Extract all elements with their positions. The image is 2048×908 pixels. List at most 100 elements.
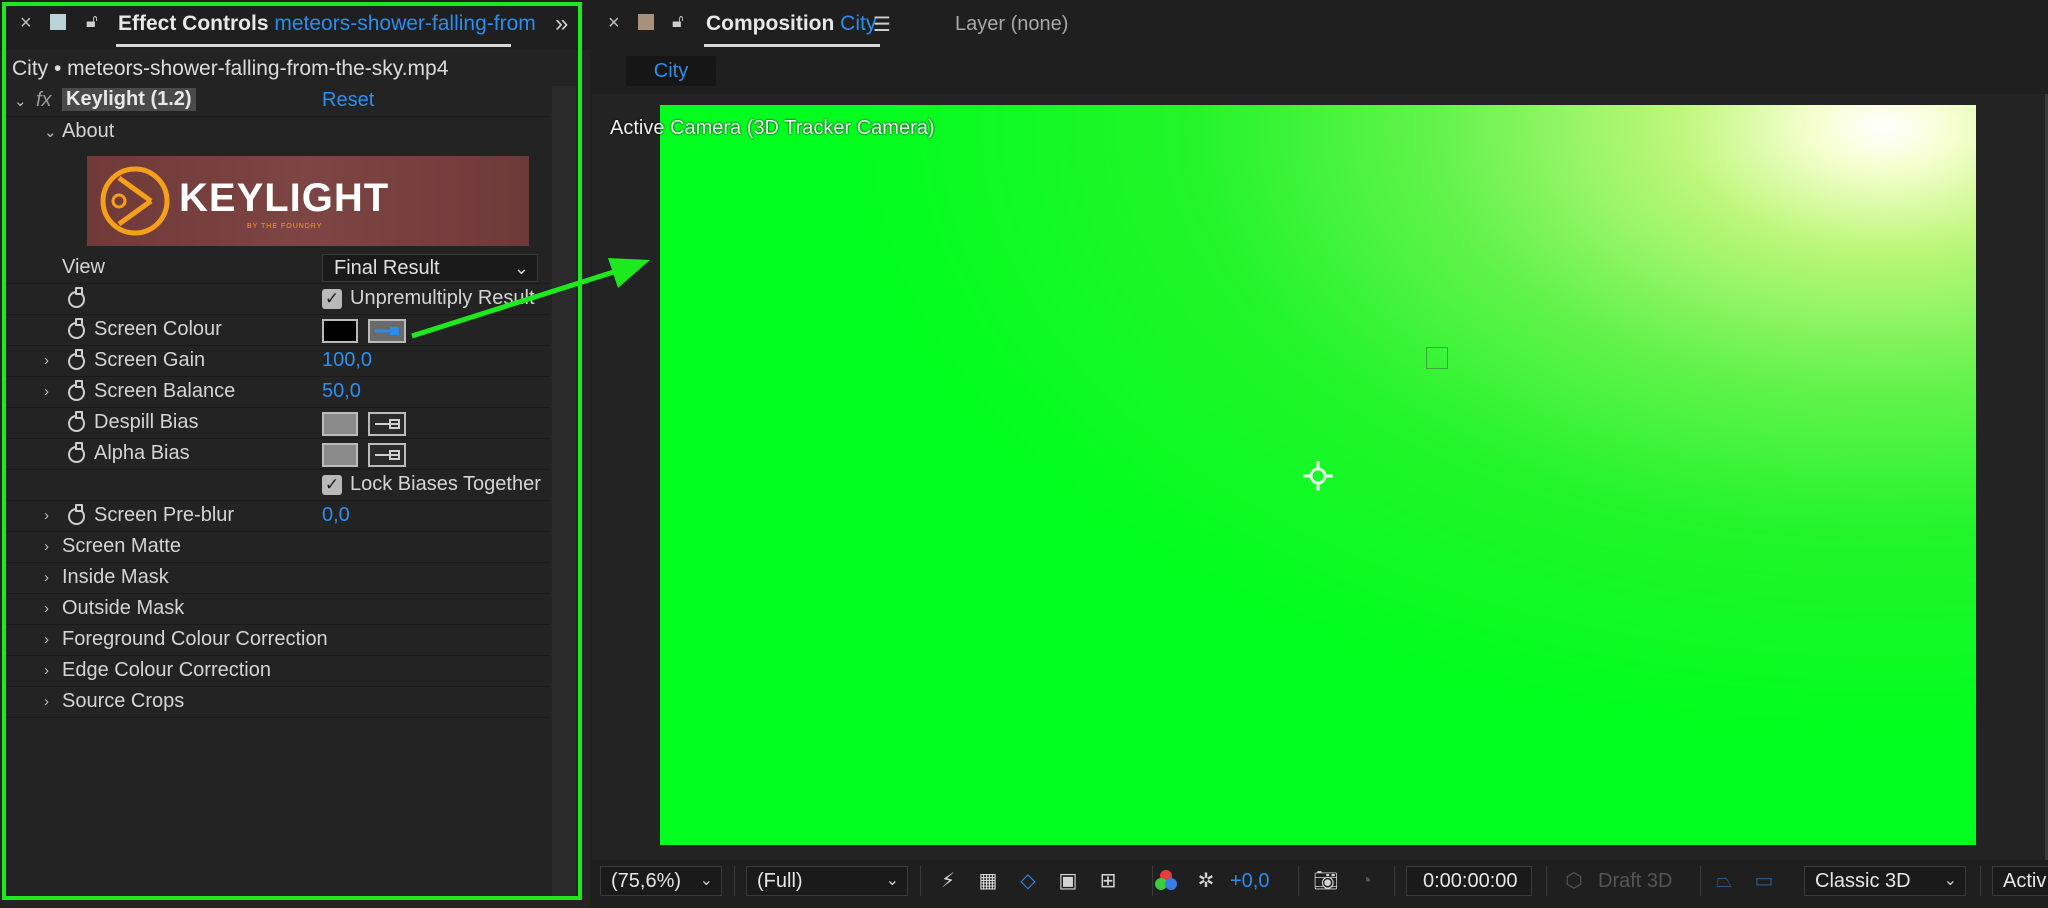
anchor-square-icon[interactable] <box>1426 347 1448 369</box>
active-camera-label: Active Camera (3D Tracker Camera) <box>610 117 935 139</box>
group-row-screen-matte[interactable]: › Screen Matte <box>6 532 550 563</box>
screen-colour-eyedropper-icon[interactable] <box>368 319 406 343</box>
composition-tab[interactable]: Composition City <box>706 12 876 36</box>
view-dropdown-value: Final Result <box>334 257 440 279</box>
chevron-right-icon[interactable]: › <box>44 693 58 710</box>
chevron-down-icon[interactable]: ⌄ <box>14 92 28 110</box>
group-label: Outside Mask <box>62 597 185 619</box>
panel-overflow-icon[interactable]: » <box>555 10 568 38</box>
screen-gain-value[interactable]: 100,0 <box>322 349 372 372</box>
effect-name[interactable]: Keylight (1.2) <box>62 88 196 111</box>
chevron-down-icon: ⌄ <box>513 258 529 278</box>
composition-subtab[interactable]: City <box>626 56 716 86</box>
effect-controls-tab[interactable]: Effect Controls meteors-shower-falling-f… <box>118 12 536 36</box>
view-dropdown[interactable]: Final Result ⌄ <box>322 254 538 282</box>
extended-viewer-icon[interactable]: ▭ <box>1750 868 1778 894</box>
close-icon[interactable]: × <box>20 12 32 35</box>
group-row-foreground-colour-correction[interactable]: › Foreground Colour Correction <box>6 625 550 656</box>
group-row-source-crops[interactable]: › Source Crops <box>6 687 550 718</box>
toolbar-divider <box>920 866 921 896</box>
resolution-dropdown[interactable]: (Full) ⌄ <box>746 866 908 896</box>
view-label: View <box>62 256 105 278</box>
magnification-value: (75,6%) <box>611 870 682 892</box>
stopwatch-icon[interactable] <box>68 349 85 370</box>
screen-balance-value[interactable]: 50,0 <box>322 380 361 403</box>
hamburger-menu-icon[interactable]: ☰ <box>873 12 891 37</box>
chevron-right-icon[interactable]: › <box>44 569 58 586</box>
group-label: Screen Matte <box>62 535 181 557</box>
param-row-screen-balance: › Screen Balance 50,0 <box>6 377 550 408</box>
chevron-right-icon[interactable]: › <box>44 383 58 400</box>
layer-tab[interactable]: Layer (none) <box>955 13 1068 36</box>
chevron-down-icon: ⌄ <box>699 872 713 889</box>
draft-3d-icon[interactable]: ⬡ <box>1560 868 1588 894</box>
crosshair-icon[interactable] <box>1303 461 1333 491</box>
reset-button[interactable]: Reset <box>322 89 374 112</box>
transparency-grid-icon[interactable]: ▦ <box>974 868 1002 894</box>
stopwatch-icon[interactable] <box>68 442 85 463</box>
lock-icon[interactable]: 🔓︎ <box>672 11 684 32</box>
chevron-down-icon[interactable]: ⌄ <box>44 123 58 141</box>
chevron-right-icon[interactable]: › <box>44 600 58 617</box>
chevron-right-icon[interactable]: › <box>44 662 58 679</box>
exposure-value[interactable]: +0,0 <box>1230 870 1269 893</box>
show-snapshot-icon[interactable]: ◔ <box>1352 868 1380 894</box>
channels-icon[interactable] <box>1152 868 1180 894</box>
lock-biases-label: Lock Biases Together <box>350 473 541 495</box>
lock-icon[interactable]: 🔓︎ <box>86 11 98 32</box>
panel-color-swatch-icon[interactable] <box>50 14 66 30</box>
composition-panel: × 🔓︎ Composition City ☰ Layer (none) Cit… <box>590 0 2048 908</box>
stopwatch-icon[interactable] <box>68 287 85 308</box>
draft-3d-label[interactable]: Draft 3D <box>1598 870 1672 893</box>
active-tab-underline <box>704 44 880 47</box>
vertical-scrollbar[interactable] <box>552 86 576 898</box>
stopwatch-icon[interactable] <box>68 380 85 401</box>
exposure-reset-icon[interactable]: ✲ <box>1192 868 1220 894</box>
keylight-logo-text: KEYLIGHT <box>179 176 390 220</box>
stopwatch-icon[interactable] <box>68 411 85 432</box>
effect-header-row[interactable]: ⌄ fx Keylight (1.2) Reset <box>6 86 550 117</box>
view-select-dropdown[interactable]: Activ <box>1992 866 2048 896</box>
magnification-dropdown[interactable]: (75,6%) ⌄ <box>600 866 722 896</box>
group-row-inside-mask[interactable]: › Inside Mask <box>6 563 550 594</box>
mask-visibility-icon[interactable]: ◇ <box>1014 868 1042 894</box>
about-row[interactable]: ⌄ About <box>6 117 550 148</box>
panel-color-swatch-icon[interactable] <box>638 14 654 30</box>
rgb-channels-icon <box>1155 870 1177 890</box>
stopwatch-icon[interactable] <box>68 318 85 339</box>
composition-tab-name: City <box>840 12 877 35</box>
alpha-bias-swatch[interactable] <box>322 443 358 467</box>
3d-ground-plane-icon[interactable]: ⏢ <box>1710 868 1738 894</box>
camera-snapshot-icon[interactable]: 📷︎ <box>1312 868 1340 894</box>
eyedropper-icon[interactable] <box>368 412 406 436</box>
chevron-right-icon[interactable]: › <box>44 538 58 555</box>
screen-colour-swatch[interactable] <box>322 319 358 343</box>
screen-preblur-value[interactable]: 0,0 <box>322 504 350 527</box>
lock-biases-checkbox[interactable]: ✓ <box>322 475 342 495</box>
chevron-down-icon: ⌄ <box>885 872 899 889</box>
fast-previews-icon[interactable]: ⚡ <box>934 868 962 894</box>
grid-guides-icon[interactable]: ⊞ <box>1094 868 1122 894</box>
stopwatch-icon[interactable] <box>68 504 85 525</box>
param-row-lock-biases: ✓ Lock Biases Together <box>6 470 550 501</box>
chevron-right-icon[interactable]: › <box>44 631 58 648</box>
composition-tab-label: Composition <box>706 12 835 35</box>
screen-preblur-label: Screen Pre-blur <box>94 504 235 526</box>
layer-path: City • meteors-shower-falling-from-the-s… <box>12 57 449 80</box>
group-row-edge-colour-correction[interactable]: › Edge Colour Correction <box>6 656 550 687</box>
unpremultiply-checkbox[interactable]: ✓ <box>322 289 342 309</box>
group-row-outside-mask[interactable]: › Outside Mask <box>6 594 550 625</box>
timecode-field[interactable]: 0:00:00:00 <box>1406 866 1532 896</box>
effect-controls-panel: × 🔓︎ Effect Controls meteors-shower-fall… <box>0 0 590 908</box>
fx-toggle-icon[interactable]: fx <box>36 89 52 112</box>
despill-bias-swatch[interactable] <box>322 412 358 436</box>
group-label: Inside Mask <box>62 566 169 588</box>
renderer-dropdown[interactable]: Classic 3D ⌄ <box>1804 866 1966 896</box>
screen-gain-label: Screen Gain <box>94 349 206 371</box>
chevron-right-icon[interactable]: › <box>44 507 58 524</box>
close-icon[interactable]: × <box>608 12 620 35</box>
effect-controls-tab-label: Effect Controls <box>118 12 269 35</box>
region-of-interest-icon[interactable]: ▣ <box>1054 868 1082 894</box>
eyedropper-icon[interactable] <box>368 443 406 467</box>
chevron-right-icon[interactable]: › <box>44 352 58 369</box>
